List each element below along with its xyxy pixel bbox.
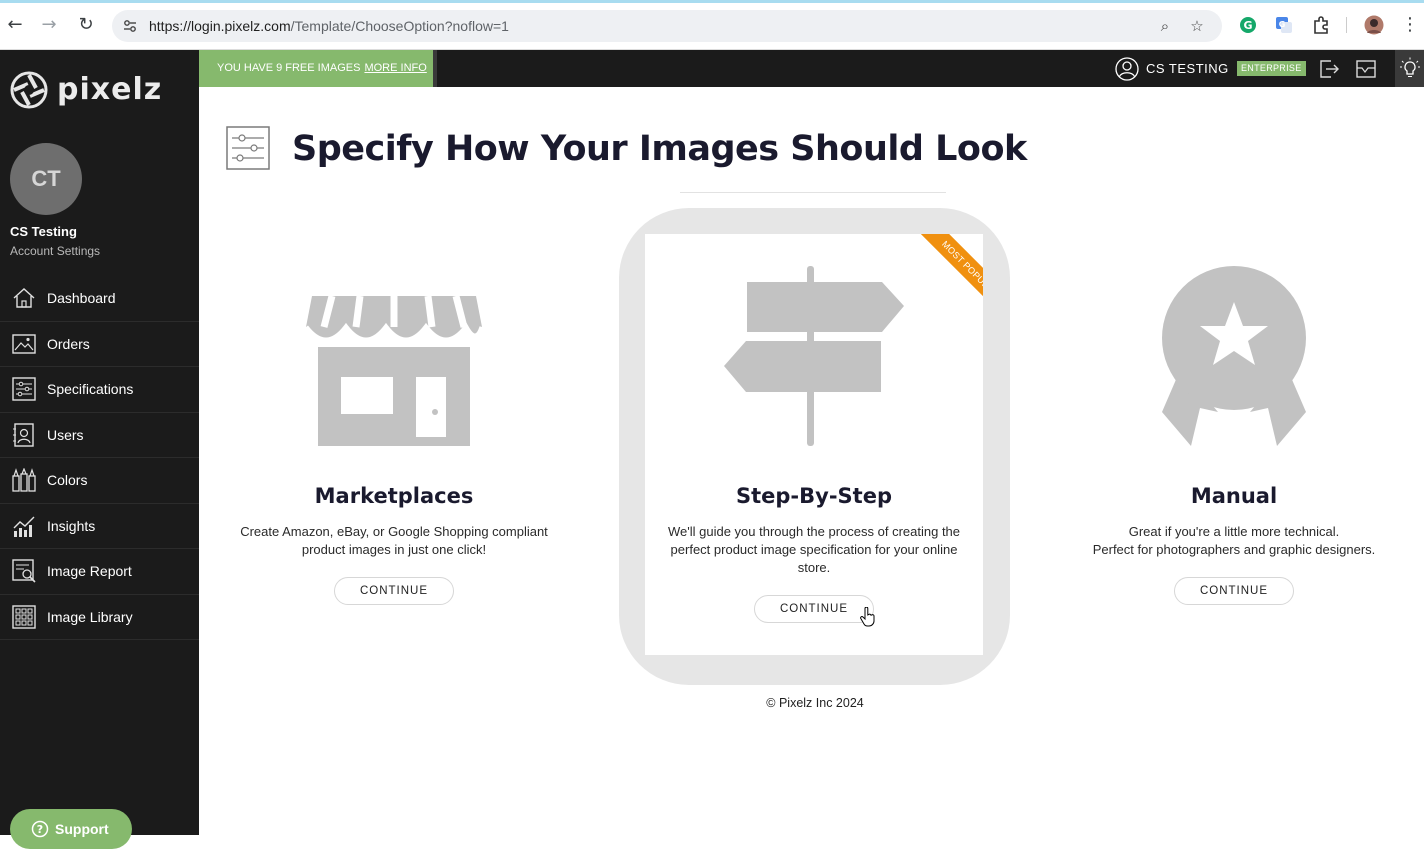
site-info-icon[interactable] <box>122 18 138 34</box>
option-description-line: Create Amazon, eBay, or Google Shopping … <box>240 524 548 539</box>
main-content: Specify How Your Images Should Look MOST… <box>199 87 1424 835</box>
storefront-icon <box>304 295 485 446</box>
chart-icon <box>13 516 35 537</box>
address-bar[interactable]: https://login.pixelz.com/Template/Choose… <box>112 10 1222 42</box>
profile-avatar[interactable] <box>1364 15 1384 35</box>
back-icon[interactable]: ← <box>3 13 27 37</box>
tips-toggle[interactable] <box>1395 50 1424 87</box>
plan-badge: ENTERPRISE <box>1237 61 1306 76</box>
logo-text: pixelz <box>57 72 163 107</box>
sidebar-item-orders[interactable]: Orders <box>0 322 199 367</box>
hand-pointer-cursor-icon <box>860 607 875 627</box>
browser-menu-icon[interactable]: ⋮ <box>1398 13 1422 37</box>
banner-divider <box>433 50 437 87</box>
tab-strip-edge <box>0 0 1424 3</box>
url-path: /Template/ChooseOption?noflow=1 <box>290 18 509 34</box>
free-images-banner: YOU HAVE 9 FREE IMAGES MORE INFO <box>199 50 433 87</box>
reload-icon[interactable]: ↻ <box>74 13 98 37</box>
toolbar-divider <box>1346 17 1347 33</box>
free-images-text: YOU HAVE 9 FREE IMAGES <box>217 62 361 74</box>
option-description: We'll guide you through the process of c… <box>644 523 984 577</box>
logout-icon[interactable] <box>1318 58 1340 80</box>
specifications-sliders-icon <box>226 126 270 170</box>
svg-text:G: G <box>1279 20 1286 29</box>
page-title: Specify How Your Images Should Look <box>292 129 1027 169</box>
copyright-footer: © Pixelz Inc 2024 <box>766 696 864 710</box>
sidebar-item-label: Insights <box>47 517 96 534</box>
zoom-icon[interactable]: ⌕ <box>1155 16 1175 36</box>
option-title: Step-By-Step <box>735 484 892 508</box>
sidebar-item-label: Image Library <box>47 608 133 625</box>
signpost-icon <box>724 266 904 446</box>
users-icon <box>13 422 34 447</box>
option-description-line: We'll guide you through the process of c… <box>667 524 961 539</box>
sidebar-menu: Dashboard Orders Specifications Users Co… <box>0 276 199 640</box>
report-icon <box>12 559 36 583</box>
option-description-line: perfect product image specification for … <box>670 542 958 557</box>
top-user-name[interactable]: CS TESTING <box>1146 61 1229 76</box>
browser-toolbar: ← → ↻ https://login.pixelz.com/Template/… <box>0 0 1424 50</box>
sidebar-item-image-library[interactable]: Image Library <box>0 595 199 640</box>
sliders-icon <box>12 377 36 401</box>
more-info-link[interactable]: MORE INFO <box>364 62 426 74</box>
url-text[interactable]: https://login.pixelz.com/Template/Choose… <box>149 18 509 34</box>
grid-icon <box>12 604 36 629</box>
sidebar: pixelz CT CS Testing Account Settings Da… <box>0 50 199 849</box>
url-host: https://login.pixelz.com <box>149 18 291 34</box>
title-divider <box>680 192 946 193</box>
user-circle-icon[interactable] <box>1115 57 1139 81</box>
option-title: Manual <box>1190 484 1278 508</box>
message-icon[interactable] <box>1355 58 1377 80</box>
sidebar-item-dashboard[interactable]: Dashboard <box>0 276 199 322</box>
most-popular-ribbon: MOST POPULAR <box>909 234 983 330</box>
account-settings-link[interactable]: Account Settings <box>10 244 100 258</box>
sidebar-item-label: Specifications <box>47 381 134 397</box>
forward-icon[interactable]: → <box>37 13 61 37</box>
continue-button-manual[interactable]: CONTINUE <box>1174 577 1294 605</box>
sidebar-item-specifications[interactable]: Specifications <box>0 367 199 413</box>
support-button[interactable]: ? Support <box>10 809 132 849</box>
top-bar: YOU HAVE 9 FREE IMAGES MORE INFO CS TESTI… <box>199 50 1424 87</box>
option-description-line: Great if you're a little more technical. <box>1128 524 1340 539</box>
image-icon <box>12 333 36 354</box>
translate-extension-icon[interactable]: G <box>1274 15 1294 35</box>
sidebar-item-users[interactable]: Users <box>0 413 199 458</box>
sidebar-item-label: Users <box>47 426 84 443</box>
sidebar-item-insights[interactable]: Insights <box>0 504 199 549</box>
paint-tubes-icon <box>12 468 36 492</box>
lightbulb-icon <box>1400 57 1420 77</box>
sidebar-item-label: Dashboard <box>47 290 116 306</box>
award-badge-icon <box>1162 266 1306 446</box>
user-name: CS Testing <box>10 224 77 239</box>
help-circle-icon: ? <box>31 820 49 838</box>
home-icon <box>13 288 35 308</box>
pixelz-aperture-icon <box>10 71 48 109</box>
avatar[interactable]: CT <box>10 143 82 215</box>
bookmark-star-icon[interactable]: ☆ <box>1187 16 1207 36</box>
sidebar-item-label: Colors <box>47 472 88 488</box>
option-description-line: product images in just one click! <box>301 542 487 557</box>
continue-button-marketplaces[interactable]: CONTINUE <box>334 577 454 605</box>
continue-button-step-by-step[interactable]: CONTINUE <box>754 595 874 623</box>
grammarly-extension-icon[interactable]: G <box>1238 15 1258 35</box>
sidebar-item-label: Orders <box>47 335 90 352</box>
option-description-line: Perfect for photographers and graphic de… <box>1092 542 1376 557</box>
svg-text:G: G <box>1243 19 1252 32</box>
svg-text:?: ? <box>37 823 43 836</box>
sidebar-item-colors[interactable]: Colors <box>0 458 199 504</box>
option-description: Great if you're a little more technical.… <box>1064 523 1404 559</box>
option-title: Marketplaces <box>314 484 474 508</box>
sidebar-item-image-report[interactable]: Image Report <box>0 549 199 595</box>
extensions-puzzle-icon[interactable] <box>1311 15 1331 35</box>
option-description-line: store. <box>797 560 831 575</box>
sidebar-item-label: Image Report <box>47 563 132 579</box>
option-description: Create Amazon, eBay, or Google Shopping … <box>224 523 564 559</box>
